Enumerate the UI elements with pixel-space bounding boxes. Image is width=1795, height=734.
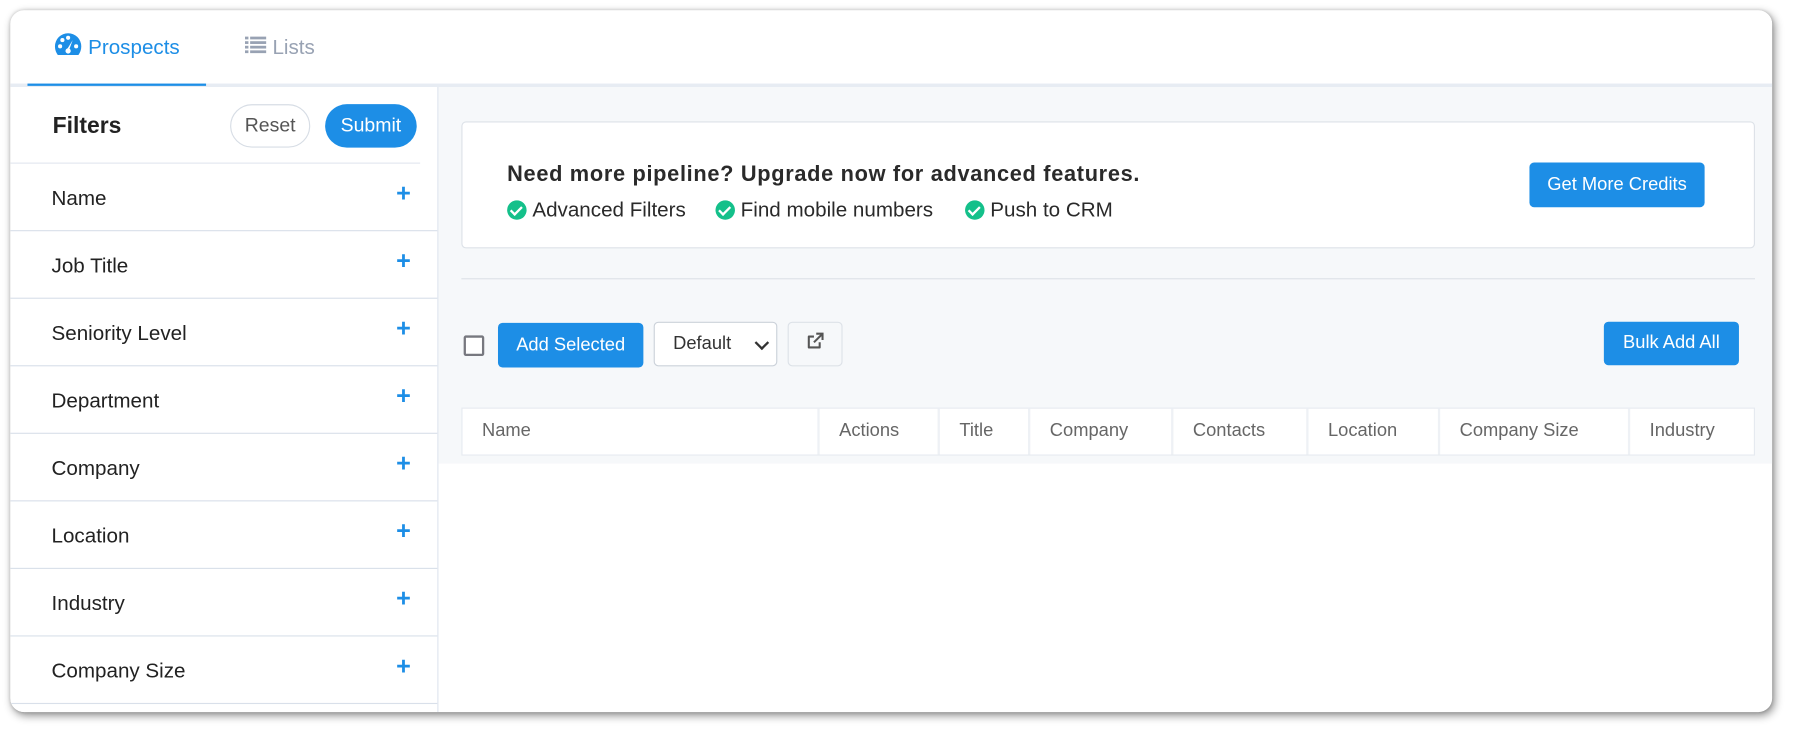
plus-icon[interactable]: +	[396, 653, 411, 679]
feature-label: Advanced Filters	[532, 198, 686, 221]
filter-label: Job Title	[51, 254, 129, 278]
tab-prospects[interactable]: Prospects	[27, 10, 207, 86]
top-nav: Prospects Lists	[10, 10, 1773, 88]
add-selected-button[interactable]: Add Selected	[497, 322, 644, 368]
list-select[interactable]: Default	[653, 321, 778, 367]
get-more-credits-button[interactable]: Get More Credits	[1529, 162, 1705, 208]
reset-button[interactable]: Reset	[230, 104, 311, 148]
column-header-name[interactable]: Name	[462, 408, 820, 455]
filters-header: Filters Reset Submit	[10, 87, 421, 164]
submit-button[interactable]: Submit	[325, 104, 417, 148]
check-circle-icon	[965, 200, 985, 220]
filter-company[interactable]: Company +	[10, 434, 438, 502]
column-header-company-size[interactable]: Company Size	[1440, 408, 1631, 455]
filter-label: Location	[51, 524, 130, 548]
filter-label: Name	[51, 186, 107, 210]
filter-location[interactable]: Location +	[10, 501, 438, 569]
filter-department[interactable]: Department +	[10, 366, 438, 434]
plus-icon[interactable]: +	[396, 586, 411, 611]
feature-push-to-crm: Push to CRM	[965, 198, 1113, 222]
column-header-location[interactable]: Location	[1309, 408, 1441, 455]
check-circle-icon	[507, 200, 527, 220]
plus-icon[interactable]: +	[396, 383, 411, 409]
app-window: Prospects Lists Filters Reset Submit Nam…	[10, 10, 1773, 713]
plus-icon[interactable]: +	[396, 180, 411, 206]
column-header-company[interactable]: Company	[1030, 408, 1174, 455]
feature-label: Push to CRM	[990, 198, 1113, 221]
filters-title: Filters	[52, 113, 122, 139]
column-header-title[interactable]: Title	[940, 408, 1031, 455]
feature-label: Find mobile numbers	[740, 198, 934, 221]
banner-title: Need more pipeline? Upgrade now for adva…	[507, 162, 1141, 187]
external-link-icon	[806, 332, 824, 356]
divider	[461, 278, 1755, 280]
filter-list: Name + Job Title + Seniority Level + Dep…	[10, 164, 438, 705]
column-header-contacts[interactable]: Contacts	[1173, 408, 1309, 455]
bulk-add-all-button[interactable]: Bulk Add All	[1603, 321, 1739, 366]
filter-label: Industry	[51, 591, 125, 615]
filter-label: Seniority Level	[51, 321, 187, 345]
plus-icon[interactable]: +	[396, 518, 411, 544]
filter-label: Department	[51, 389, 160, 413]
feature-advanced-filters: Advanced Filters	[507, 198, 686, 222]
column-header-industry[interactable]: Industry	[1630, 409, 1754, 455]
plus-icon[interactable]: +	[396, 315, 411, 341]
table-header: Name Actions Title Company Contacts Loca…	[461, 407, 1755, 456]
select-all-checkbox[interactable]	[463, 335, 485, 357]
dashboard-icon	[54, 31, 83, 62]
filter-name[interactable]: Name +	[10, 164, 438, 232]
list-icon	[244, 35, 267, 59]
tab-lists-label: Lists	[272, 34, 315, 58]
plus-icon[interactable]: +	[396, 248, 411, 273]
upgrade-banner: Need more pipeline? Upgrade now for adva…	[461, 121, 1755, 249]
filter-company-size[interactable]: Company Size +	[10, 637, 438, 705]
tab-prospects-label: Prospects	[88, 34, 180, 58]
tab-lists[interactable]: Lists	[244, 10, 315, 83]
external-link-button[interactable]	[787, 321, 843, 367]
list-select-value: Default	[673, 333, 732, 354]
chevron-down-icon	[754, 335, 770, 351]
filter-seniority-level[interactable]: Seniority Level +	[10, 299, 438, 367]
column-header-actions[interactable]: Actions	[820, 408, 940, 455]
check-circle-icon	[715, 200, 735, 220]
feature-find-mobile-numbers: Find mobile numbers	[715, 198, 933, 222]
filter-label: Company	[51, 456, 140, 480]
main-panel: Need more pipeline? Upgrade now for adva…	[438, 87, 1773, 464]
filter-industry[interactable]: Industry +	[10, 569, 438, 637]
plus-icon[interactable]: +	[396, 450, 411, 476]
filter-job-title[interactable]: Job Title +	[10, 231, 438, 299]
filter-label: Company Size	[51, 659, 186, 683]
filters-sidebar: Filters Reset Submit Name + Job Title + …	[10, 87, 439, 713]
